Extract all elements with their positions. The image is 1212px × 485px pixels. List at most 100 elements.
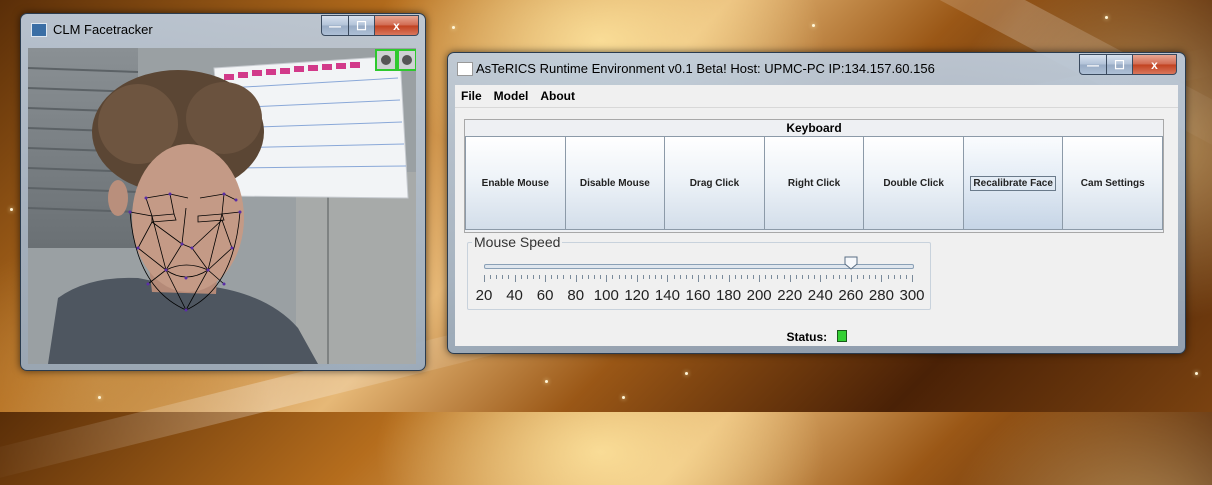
menu-file[interactable]: File bbox=[455, 89, 488, 103]
slider-tick bbox=[856, 275, 858, 279]
sparkle bbox=[98, 396, 101, 399]
slider-tick bbox=[563, 275, 565, 279]
asterics-window[interactable]: AsTeRICS Runtime Environment v0.1 Beta! … bbox=[447, 52, 1186, 354]
slider-tick bbox=[691, 275, 693, 279]
slider-tick bbox=[716, 275, 718, 279]
caption-buttons: — ☐ x bbox=[321, 15, 419, 36]
slider-tick-label: 300 bbox=[899, 287, 925, 304]
camera-feed-image bbox=[28, 48, 416, 364]
slider-tick bbox=[850, 275, 852, 282]
slider-tick-label: 180 bbox=[716, 287, 742, 304]
slider-tick bbox=[698, 275, 699, 282]
slider-tick-label: 260 bbox=[838, 287, 864, 304]
slider-tick bbox=[820, 275, 822, 282]
slider-tick bbox=[740, 275, 742, 279]
slider-tick-label: 20 bbox=[475, 287, 493, 304]
slider-tick bbox=[526, 275, 528, 279]
slider-tick bbox=[545, 275, 547, 282]
mouse-speed-group: Mouse Speed 20 40 60 80 100 120 140 160 180 200 22… bbox=[467, 234, 931, 310]
slider-tick bbox=[600, 275, 602, 279]
slider-tick bbox=[581, 275, 583, 279]
slider-tick-label: 140 bbox=[654, 287, 680, 304]
enable-mouse-button[interactable]: Enable Mouse bbox=[465, 136, 566, 230]
button-label: Enable Mouse bbox=[481, 177, 549, 189]
minimize-button[interactable]: — bbox=[1079, 54, 1107, 75]
slider-tick bbox=[569, 275, 571, 279]
sparkle bbox=[812, 24, 815, 27]
keyboard-buttons: Enable Mouse Disable Mouse Drag Click Ri… bbox=[465, 136, 1164, 230]
button-label: Drag Click bbox=[689, 177, 740, 189]
app-window-icon bbox=[31, 23, 47, 37]
slider-tick-label: 200 bbox=[746, 287, 772, 304]
slider-tick bbox=[502, 275, 504, 279]
slider-tick bbox=[826, 275, 828, 279]
button-label: Disable Mouse bbox=[579, 177, 650, 189]
status-label: Status: bbox=[786, 330, 828, 344]
slider-tick bbox=[557, 275, 559, 279]
keyboard-panel: Keyboard Enable Mouse Disable Mouse Drag… bbox=[464, 119, 1164, 233]
facetracker-titlebar[interactable]: CLM Facetracker — ☐ x bbox=[21, 14, 425, 44]
menu-about[interactable]: About bbox=[534, 89, 581, 103]
slider-tick bbox=[490, 275, 492, 279]
slider-tick bbox=[667, 275, 669, 282]
menu-model[interactable]: Model bbox=[488, 89, 535, 103]
slider-tick-labels: 20 40 60 80 100 120 140 160 180 200 220 240 260 280 30… bbox=[468, 287, 938, 305]
window-title: AsTeRICS Runtime Environment v0.1 Beta! … bbox=[476, 61, 935, 76]
slider-tick bbox=[875, 275, 877, 279]
slider-tick bbox=[753, 275, 755, 279]
slider-tick bbox=[899, 275, 901, 279]
slider-tick-label: 240 bbox=[807, 287, 833, 304]
slider-tick-label: 220 bbox=[777, 287, 803, 304]
recalibrate-face-button[interactable]: Recalibrate Face bbox=[963, 136, 1064, 230]
asterics-titlebar[interactable]: AsTeRICS Runtime Environment v0.1 Beta! … bbox=[448, 53, 1185, 83]
status-indicator bbox=[836, 330, 847, 342]
slider-tick bbox=[783, 275, 785, 279]
slider-tick bbox=[551, 275, 553, 279]
slider-tick bbox=[636, 275, 638, 282]
slider-tick-label: 280 bbox=[868, 287, 894, 304]
asterics-logo-icon bbox=[457, 62, 473, 76]
close-button[interactable]: x bbox=[375, 15, 419, 36]
close-button[interactable]: x bbox=[1133, 54, 1177, 75]
slider-tick bbox=[624, 275, 626, 279]
slider-tick bbox=[508, 275, 510, 279]
minimize-button[interactable]: — bbox=[321, 15, 349, 36]
slider-tick bbox=[722, 275, 724, 279]
right-click-button[interactable]: Right Click bbox=[764, 136, 865, 230]
slider-tick bbox=[728, 275, 730, 282]
status-bar: Status: bbox=[455, 330, 1178, 344]
slider-tick-label: 80 bbox=[567, 287, 585, 304]
slider-tick bbox=[575, 275, 577, 282]
slider-tick bbox=[514, 275, 516, 282]
drag-click-button[interactable]: Drag Click bbox=[665, 136, 765, 230]
double-click-button[interactable]: Double Click bbox=[864, 136, 964, 230]
slider-tick bbox=[655, 275, 657, 279]
slider-tick bbox=[734, 275, 736, 279]
slider-tick bbox=[673, 275, 675, 279]
sparkle bbox=[622, 396, 625, 399]
slider-tick bbox=[532, 275, 534, 279]
slider-thumb[interactable] bbox=[844, 256, 858, 270]
maximize-button[interactable]: ☐ bbox=[349, 15, 375, 36]
disable-mouse-button[interactable]: Disable Mouse bbox=[565, 136, 666, 230]
slider-tick bbox=[496, 275, 498, 279]
sparkle bbox=[1195, 372, 1198, 375]
slider-tick bbox=[685, 275, 687, 279]
slider-tick bbox=[771, 275, 773, 279]
button-label: Right Click bbox=[787, 177, 841, 189]
maximize-button[interactable]: ☐ bbox=[1107, 54, 1133, 75]
slider-tick bbox=[539, 275, 541, 279]
slider-tick bbox=[912, 275, 913, 282]
slider-ticks bbox=[484, 275, 914, 282]
menu-bar: File Model About bbox=[455, 85, 1178, 107]
slider-tick bbox=[484, 275, 485, 282]
slider-tick bbox=[789, 275, 791, 282]
slider-tick bbox=[630, 275, 632, 279]
slider-tick bbox=[618, 275, 620, 279]
cam-settings-button[interactable]: Cam Settings bbox=[1063, 136, 1164, 230]
slider-tick-label: 120 bbox=[624, 287, 650, 304]
facetracker-window[interactable]: CLM Facetracker — ☐ x bbox=[20, 13, 426, 371]
slider-tick bbox=[869, 275, 871, 279]
keyboard-title: Keyboard bbox=[786, 121, 842, 135]
slider-tick bbox=[679, 275, 681, 279]
